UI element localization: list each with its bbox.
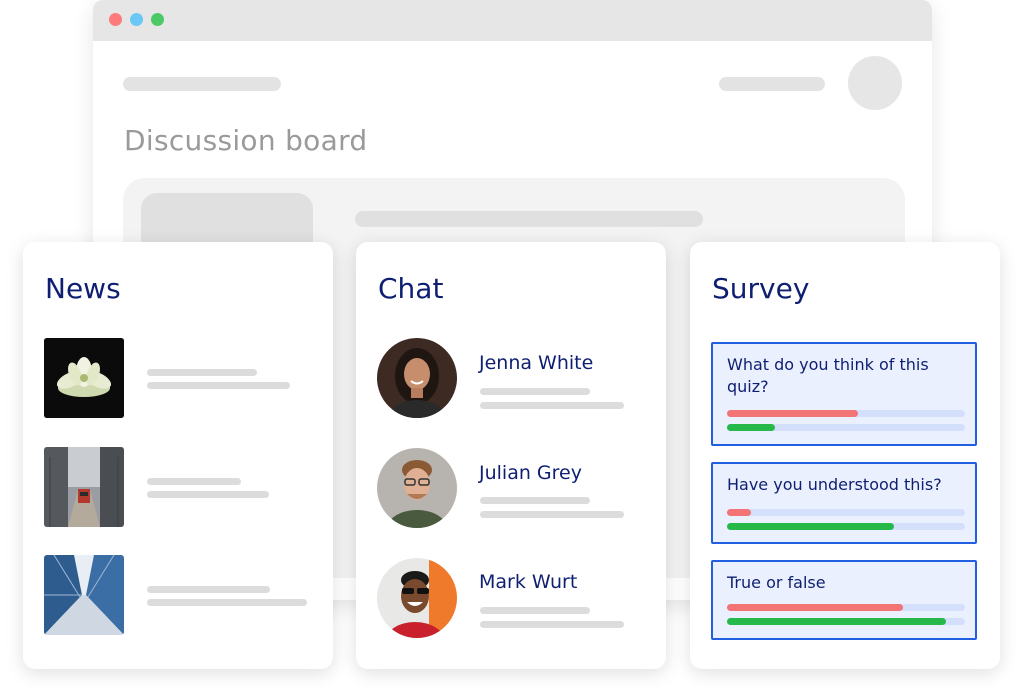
news-title: News [45, 272, 121, 305]
news-line [147, 382, 290, 389]
maximize-window-button[interactable] [151, 13, 164, 26]
chat-line [480, 388, 590, 395]
result-bar-red [727, 604, 965, 611]
chat-line [480, 607, 590, 614]
board-text-placeholder [355, 211, 703, 227]
person-avatar-icon [377, 338, 457, 418]
result-bar-green [727, 523, 965, 530]
succulent-image [44, 338, 124, 418]
question-text: True or false [727, 573, 826, 592]
result-fill-red [727, 509, 751, 516]
contact-name[interactable]: Julian Grey [479, 462, 582, 484]
person-avatar-icon [377, 448, 457, 528]
news-thumbnail-3[interactable] [44, 555, 124, 635]
result-bar-green [727, 618, 965, 625]
contact-name[interactable]: Jenna White [479, 352, 593, 374]
news-thumbnail-1[interactable] [44, 338, 124, 418]
skyscraper-image [44, 555, 124, 635]
avatar-jenna[interactable] [377, 338, 457, 418]
question-text: What do you think of this quiz? [727, 355, 929, 396]
result-fill-green [727, 424, 775, 431]
result-fill-green [727, 618, 946, 625]
result-fill-red [727, 410, 858, 417]
close-window-button[interactable] [109, 13, 122, 26]
user-avatar[interactable] [848, 56, 902, 110]
chat-line [480, 621, 624, 628]
survey-question[interactable]: True or false [711, 560, 977, 640]
survey-question[interactable]: Have you understood this? [711, 462, 977, 544]
chat-line [480, 402, 624, 409]
news-line [147, 586, 270, 593]
avatar-mark[interactable] [377, 558, 457, 638]
question-text: Have you understood this? [727, 475, 942, 494]
survey-question[interactable]: What do you think of this quiz? [711, 342, 977, 446]
minimize-window-button[interactable] [130, 13, 143, 26]
person-avatar-icon [377, 558, 457, 638]
page-title: Discussion board [124, 124, 368, 157]
news-card: News [23, 242, 333, 669]
survey-card: Survey What do you think of this quiz? H… [690, 242, 1000, 669]
result-bar-green [727, 424, 965, 431]
survey-title: Survey [712, 272, 810, 305]
chat-card: Chat Jenna White Julian Grey Mark Wurt [356, 242, 666, 669]
header-placeholder-left [123, 77, 281, 91]
news-line [147, 369, 257, 376]
result-bar-red [727, 509, 965, 516]
result-fill-red [727, 604, 904, 611]
contact-name[interactable]: Mark Wurt [479, 571, 577, 593]
chat-line [480, 511, 624, 518]
news-thumbnail-2[interactable] [44, 447, 124, 527]
avatar-julian[interactable] [377, 448, 457, 528]
result-bar-red [727, 410, 965, 417]
chat-line [480, 497, 590, 504]
news-line [147, 478, 241, 485]
browser-titlebar [93, 0, 932, 41]
news-line [147, 599, 307, 606]
result-fill-green [727, 523, 894, 530]
header-placeholder-right [719, 77, 825, 91]
chat-title: Chat [378, 272, 444, 305]
city-street-image [44, 447, 124, 527]
news-line [147, 491, 269, 498]
